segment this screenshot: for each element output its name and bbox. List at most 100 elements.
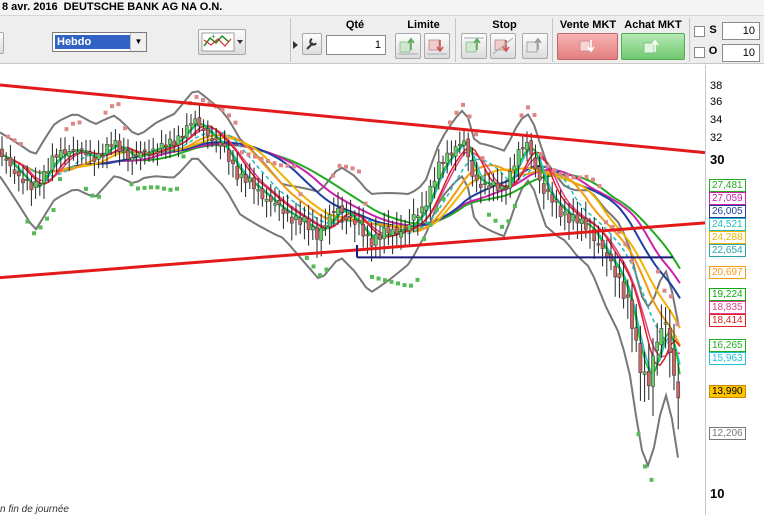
candle-body [168,138,172,145]
parabolic-sar-dot-up [155,185,160,190]
parabolic-sar-dot-up [136,186,140,191]
s-value-input[interactable]: 10 [722,22,760,40]
candle-body [365,234,370,237]
indicator-wizard-button[interactable]: + [198,29,246,55]
left-scroll-button[interactable] [0,32,4,54]
candle-body [243,174,248,183]
candle-body [638,343,643,374]
candle-body [428,186,433,204]
qty-input[interactable]: 1 [326,35,386,55]
chart-canvas[interactable] [0,65,706,515]
candle-body [298,217,303,225]
axis-tick-label: 36 [710,96,723,109]
stop-trail-button[interactable] [522,33,548,59]
parabolic-sar-dot-down [344,164,348,169]
parabolic-sar-dot-down [448,120,452,125]
candle-body [302,216,307,223]
candle-body [504,187,508,190]
candle-body [495,182,500,191]
candle-body [525,142,529,151]
o-checkbox[interactable] [694,47,705,58]
candle-body [315,227,319,240]
stop-trail-icon [526,37,542,53]
candle-body [621,281,626,299]
candle-body [512,165,517,171]
candle-body [226,149,231,162]
indicator-value-tag: 18,835 [709,301,746,315]
candle-body [264,198,269,202]
period-select[interactable]: Hebdo ▼ [52,32,147,52]
parabolic-sar-dot-up [493,218,498,223]
parabolic-sar-dot-down [285,163,290,168]
candle-body [121,150,126,153]
s-checkbox[interactable] [694,26,705,37]
stop-sell-button[interactable] [490,33,516,59]
candle-body [113,140,118,146]
candle-body [310,226,315,231]
candle-body [281,208,286,214]
candle-body [285,210,290,214]
parabolic-sar-dot-down [77,120,82,125]
candle-body [260,188,265,200]
candle-body [319,227,324,241]
parabolic-sar-dot-up [90,193,95,198]
candle-body [659,328,664,346]
expand-arrow-icon[interactable] [292,40,299,50]
candle-body [294,215,298,221]
parabolic-sar-dot-down [662,288,667,293]
candle-body [201,128,206,131]
parabolic-sar-dot-down [467,114,472,119]
candle-body [180,136,185,139]
candle-body [453,146,458,157]
o-value-input[interactable]: 10 [722,44,760,62]
candle-body [499,185,504,190]
stop-buy-button[interactable] [461,33,487,59]
bollinger-lower-band [0,157,679,469]
candle-body [54,154,59,158]
axis-tick-label: 10 [710,486,725,502]
candle-body [348,215,353,218]
settings-button[interactable] [302,33,322,55]
price-axis: 3836343230221027,48127,05926,00524,52124… [705,65,764,515]
o-label: O [708,45,718,57]
candle-body [193,118,198,125]
sell-market-button[interactable] [557,33,618,60]
parabolic-sar-dot-up [402,283,407,288]
candle-body [373,234,378,246]
candle-body [651,355,655,387]
title-date: 8 avr. 2016 [2,1,58,13]
candle-body [323,225,328,228]
price-chart[interactable] [0,65,706,515]
candle-body [37,183,42,186]
buy-market-button[interactable] [621,33,685,60]
chevron-down-icon[interactable]: ▼ [130,33,146,51]
candle-body [617,273,622,279]
candle-body [336,207,340,215]
parabolic-sar-dot-down [266,159,270,164]
candle-body [189,123,193,126]
parabolic-sar-dot-down [227,113,231,118]
candle-body [424,205,429,211]
candle-body [672,348,676,376]
parabolic-sar-dot-down [272,161,277,166]
parabolic-sar-dot-down [350,166,355,171]
parabolic-sar-dot-up [396,281,400,286]
candle-body [75,151,80,155]
candle-body [8,157,13,167]
candle-body [163,144,168,147]
candle-body [403,227,408,230]
candle-body [436,161,441,179]
candle-body [462,140,466,146]
candle-body [306,218,311,231]
candle-body [407,224,412,231]
limit-buy-button[interactable] [395,33,421,59]
candle-body [571,214,576,222]
wrench-icon [306,38,317,50]
limit-sell-button[interactable] [424,33,450,59]
parabolic-sar-dot-down [669,294,673,299]
stop-label: Stop [492,19,517,31]
candle-body [432,180,437,188]
candle-body [600,240,605,249]
candle-body [46,171,51,174]
parabolic-sar-dot-up [428,222,433,227]
